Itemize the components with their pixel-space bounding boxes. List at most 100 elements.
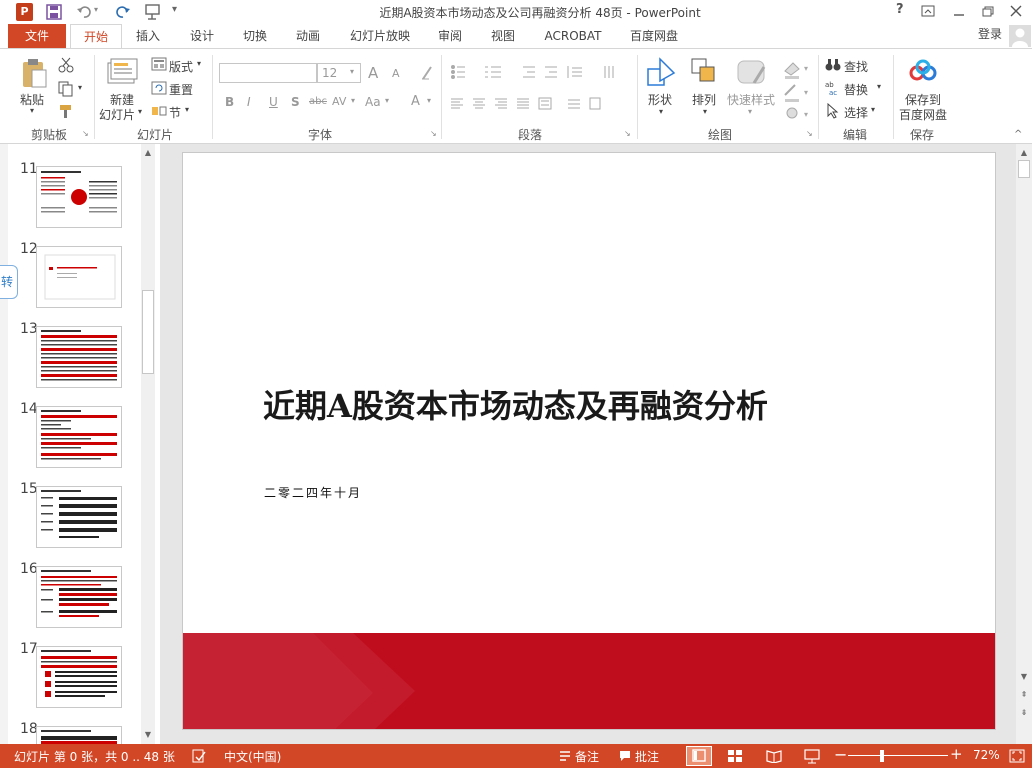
minimize-icon[interactable] bbox=[952, 5, 966, 17]
shapes-icon[interactable] bbox=[646, 57, 678, 89]
new-slide-dropdown-icon[interactable]: ▾ bbox=[138, 107, 142, 116]
slide-thumbnail-14[interactable] bbox=[36, 406, 122, 468]
save-icon[interactable] bbox=[46, 4, 62, 20]
slide-thumbnail-11[interactable] bbox=[36, 166, 122, 228]
layout-icon[interactable] bbox=[151, 57, 167, 71]
arrange-dropdown-icon[interactable]: ▾ bbox=[703, 107, 707, 116]
scroll-thumb[interactable] bbox=[142, 290, 154, 374]
reset-button[interactable]: 重置 bbox=[169, 81, 193, 98]
tab-home[interactable]: 开始 bbox=[70, 24, 122, 49]
quick-styles-icon[interactable] bbox=[736, 57, 768, 89]
zoom-in-icon[interactable]: + bbox=[950, 745, 963, 763]
slide-sorter-icon[interactable] bbox=[727, 749, 743, 763]
fit-to-window-icon[interactable] bbox=[1009, 749, 1025, 763]
slide-canvas[interactable]: 近期A股资本市场动态及再融资分析 二零二四年十月 bbox=[182, 152, 996, 730]
copy-dropdown-icon[interactable]: ▾ bbox=[78, 83, 82, 92]
italic-button[interactable]: I bbox=[247, 95, 251, 109]
slide-thumbnail-16[interactable] bbox=[36, 566, 122, 628]
find-icon[interactable] bbox=[825, 58, 841, 72]
close-icon[interactable] bbox=[1009, 5, 1023, 17]
scroll-down-icon[interactable]: ▼ bbox=[1017, 670, 1031, 684]
shapes-button[interactable]: 形状 bbox=[648, 91, 672, 108]
avatar[interactable] bbox=[1009, 25, 1031, 47]
normal-view-button[interactable] bbox=[686, 746, 712, 766]
paste-dropdown-icon[interactable]: ▾ bbox=[30, 106, 34, 115]
slide-thumbnail-18[interactable] bbox=[36, 726, 122, 744]
font-launcher-icon[interactable]: ↘ bbox=[430, 129, 437, 138]
drawing-launcher-icon[interactable]: ↘ bbox=[806, 129, 813, 138]
font-color-dropdown-icon[interactable]: ▾ bbox=[427, 96, 431, 105]
new-slide-label[interactable]: 幻灯片 bbox=[99, 106, 135, 123]
character-spacing-button[interactable]: AV bbox=[332, 95, 346, 108]
scroll-up-icon[interactable]: ▲ bbox=[141, 146, 155, 160]
spelling-check-icon[interactable] bbox=[192, 749, 206, 763]
spacing-dropdown-icon[interactable]: ▾ bbox=[351, 96, 355, 105]
collapse-ribbon-icon[interactable]: ^ bbox=[1014, 129, 1022, 140]
slide-thumbnail-15[interactable] bbox=[36, 486, 122, 548]
redo-icon[interactable] bbox=[115, 4, 131, 20]
shadow-button[interactable]: S bbox=[291, 95, 300, 109]
arrange-icon[interactable] bbox=[690, 57, 718, 89]
tab-file[interactable]: 文件 bbox=[8, 24, 66, 48]
replace-dropdown-icon[interactable]: ▾ bbox=[877, 82, 881, 91]
change-case-button[interactable]: Aa bbox=[365, 95, 381, 109]
zoom-slider-thumb[interactable] bbox=[880, 750, 885, 762]
thumbnail-scrollbar[interactable]: ▲ ▼ bbox=[141, 144, 155, 744]
font-color-button[interactable]: A bbox=[411, 94, 420, 109]
new-slide-icon[interactable] bbox=[106, 57, 138, 87]
format-painter-icon[interactable] bbox=[58, 103, 74, 119]
layout-dropdown-icon[interactable]: ▾ bbox=[197, 59, 201, 68]
side-tab[interactable]: 转 bbox=[0, 265, 18, 299]
save-to-netdisk-label[interactable]: 百度网盘 bbox=[899, 106, 947, 123]
tab-design[interactable]: 设计 bbox=[182, 24, 222, 48]
scroll-down-icon[interactable]: ▼ bbox=[141, 728, 155, 742]
slide-thumbnail-12[interactable] bbox=[36, 246, 122, 308]
comments-icon[interactable] bbox=[619, 750, 631, 762]
font-size-combo[interactable]: 12 ▾ bbox=[317, 63, 361, 83]
replace-icon[interactable]: abac bbox=[825, 80, 841, 96]
layout-button[interactable]: 版式 bbox=[169, 58, 193, 75]
section-dropdown-icon[interactable]: ▾ bbox=[185, 105, 189, 114]
next-slide-icon[interactable]: ⇟ bbox=[1017, 706, 1031, 720]
arrange-button[interactable]: 排列 bbox=[692, 91, 716, 108]
underline-button[interactable]: U bbox=[269, 95, 278, 109]
scroll-thumb[interactable] bbox=[1018, 160, 1030, 178]
baidu-netdisk-icon[interactable] bbox=[908, 59, 938, 85]
language-indicator[interactable]: 中文(中国) bbox=[224, 748, 281, 765]
slide-subtitle[interactable]: 二零二四年十月 bbox=[264, 484, 362, 501]
notes-button[interactable]: 备注 bbox=[575, 748, 599, 765]
slide-title[interactable]: 近期A股资本市场动态及再融资分析 bbox=[263, 381, 768, 427]
tab-review[interactable]: 审阅 bbox=[430, 24, 470, 48]
section-button[interactable]: 节 bbox=[169, 104, 181, 121]
tab-baidu-netdisk[interactable]: 百度网盘 bbox=[622, 24, 686, 48]
copy-icon[interactable] bbox=[58, 81, 74, 97]
zoom-level[interactable]: 72% bbox=[973, 748, 1000, 762]
paste-icon[interactable] bbox=[20, 57, 48, 89]
notes-icon[interactable] bbox=[559, 750, 571, 762]
undo-dropdown-icon[interactable]: ▾ bbox=[94, 5, 98, 14]
find-button[interactable]: 查找 bbox=[844, 58, 868, 75]
tab-animations[interactable]: 动画 bbox=[288, 24, 328, 48]
tab-insert[interactable]: 插入 bbox=[128, 24, 168, 48]
slide-thumbnail-13[interactable] bbox=[36, 326, 122, 388]
clipboard-launcher-icon[interactable]: ↘ bbox=[82, 129, 89, 138]
tab-transitions[interactable]: 切换 bbox=[235, 24, 275, 48]
restore-icon[interactable] bbox=[981, 5, 995, 17]
undo-icon[interactable] bbox=[76, 4, 92, 20]
slide-scrollbar[interactable]: ▲ ▼ ⇞ ⇟ bbox=[1016, 144, 1032, 744]
login-link[interactable]: 登录 bbox=[970, 22, 1010, 46]
font-family-combo[interactable] bbox=[219, 63, 317, 83]
select-button[interactable]: 选择 bbox=[844, 104, 868, 121]
scroll-up-icon[interactable]: ▲ bbox=[1017, 146, 1031, 160]
tab-slideshow[interactable]: 幻灯片放映 bbox=[344, 24, 416, 48]
replace-button[interactable]: 替换 bbox=[844, 81, 868, 98]
bold-button[interactable]: B bbox=[225, 95, 234, 109]
paragraph-launcher-icon[interactable]: ↘ bbox=[624, 129, 631, 138]
previous-slide-icon[interactable]: ⇞ bbox=[1017, 688, 1031, 702]
section-icon[interactable] bbox=[151, 104, 167, 118]
strikethrough-button[interactable]: abc bbox=[309, 96, 327, 107]
ribbon-display-icon[interactable] bbox=[921, 5, 935, 17]
help-icon[interactable]: ? bbox=[896, 2, 904, 17]
slide-thumbnail-17[interactable] bbox=[36, 646, 122, 708]
clear-formatting-icon[interactable] bbox=[420, 65, 434, 81]
